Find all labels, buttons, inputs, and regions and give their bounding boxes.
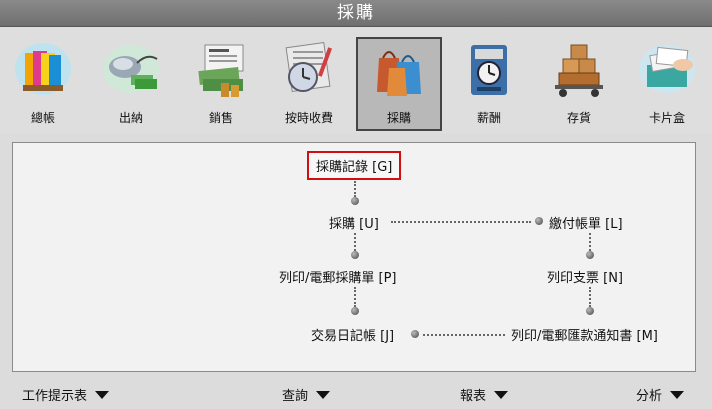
sales-invoice-money-icon <box>198 44 244 97</box>
flow-node <box>351 251 359 259</box>
module-label: 卡片盒 <box>648 111 685 125</box>
module-label: 出納 <box>118 111 143 125</box>
cashier-mouse-icon <box>103 45 159 93</box>
dropdown-arrow-icon <box>95 390 110 399</box>
connector-line <box>354 287 356 307</box>
todo-list-menu[interactable]: 工作提示表 <box>22 385 110 404</box>
module-label: 銷售 <box>208 111 233 125</box>
bottom-bar: 工作提示表 查詢 報表 分析 <box>0 377 712 409</box>
analysis-menu[interactable]: 分析 <box>636 385 685 404</box>
purchases-register-link[interactable]: 採購記錄 [G] <box>307 151 402 180</box>
module-purchases[interactable]: 採購 <box>356 37 442 131</box>
todo-list-label: 工作提示表 <box>22 389 88 404</box>
module-inventory[interactable]: 存貨 <box>536 37 622 131</box>
analysis-label: 分析 <box>636 389 663 404</box>
shopping-bags-icon <box>377 51 421 96</box>
connector-line <box>391 221 531 223</box>
module-label: 總帳 <box>30 111 55 125</box>
flow-node <box>586 251 594 259</box>
timesheet-clock-icon <box>285 42 333 92</box>
module-label: 按時收費 <box>284 111 333 125</box>
find-label: 查詢 <box>282 389 309 404</box>
module-sales[interactable]: 銷售 <box>178 37 264 131</box>
module-cardfile[interactable]: 卡片盒 <box>624 37 710 131</box>
dropdown-arrow-icon <box>316 390 331 399</box>
transaction-journal-link[interactable]: 交易日記帳 [J] <box>311 325 394 344</box>
connector-line <box>589 287 591 307</box>
payroll-time-clock-icon <box>471 45 507 95</box>
module-bar: 總帳 出納 銷售 按時收費 採購 薪酬 存貨 卡片盒 <box>0 27 712 133</box>
module-label: 薪酬 <box>476 111 501 125</box>
print-cheques-link[interactable]: 列印支票 [N] <box>547 267 623 286</box>
window-title: 採購 <box>0 0 712 27</box>
print-email-purchases-link[interactable]: 列印/電郵採購單 [P] <box>279 267 397 286</box>
ledger-folders-icon <box>15 43 71 95</box>
module-cashier[interactable]: 出納 <box>88 37 174 131</box>
print-email-remittance-link[interactable]: 列印/電郵匯款通知書 [M] <box>511 325 658 344</box>
flow-node <box>351 197 359 205</box>
module-general-ledger[interactable]: 總帳 <box>0 37 86 131</box>
inventory-boxes-icon <box>555 44 603 97</box>
module-time-billing[interactable]: 按時收費 <box>266 37 352 131</box>
connector-line <box>589 233 591 251</box>
module-label: 採購 <box>386 111 411 125</box>
connector-line <box>354 181 356 197</box>
module-label: 存貨 <box>566 111 591 125</box>
purchases-flow-panel: 採購記錄 [G] 採購 [U] 繳付帳單 [L] 列印/電郵採購單 [P] 列印… <box>12 142 696 372</box>
connector-line <box>354 233 356 251</box>
flow-node <box>535 217 543 225</box>
flow-node <box>351 307 359 315</box>
enter-purchases-link[interactable]: 採購 [U] <box>329 213 379 232</box>
dropdown-arrow-icon <box>494 390 509 399</box>
find-menu[interactable]: 查詢 <box>282 385 331 404</box>
reports-label: 報表 <box>460 389 487 404</box>
reports-menu[interactable]: 報表 <box>460 385 509 404</box>
flow-node <box>586 307 594 315</box>
connector-line <box>423 334 505 336</box>
module-payroll[interactable]: 薪酬 <box>446 37 532 131</box>
pay-bills-link[interactable]: 繳付帳單 [L] <box>549 213 623 232</box>
cardfile-icon <box>639 45 695 93</box>
flow-node <box>411 330 419 338</box>
dropdown-arrow-icon <box>670 390 685 399</box>
